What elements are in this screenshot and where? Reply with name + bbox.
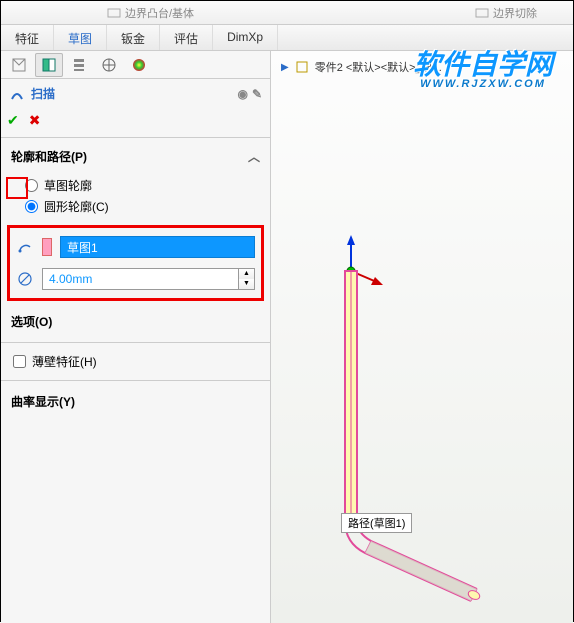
radio-circle-input[interactable] [25,200,38,213]
part-icon [295,60,309,74]
thin-feature-row[interactable]: 薄壁特征(H) [1,347,270,376]
path-field[interactable]: 草图1 [60,236,255,258]
pin-icon[interactable]: ✎ [252,87,262,101]
top-toolbar: 边界凸台/基体 边界切除 [1,1,573,25]
ok-button[interactable]: ✔ [7,112,19,129]
panel-tab-config[interactable] [65,53,93,77]
path-tooltip: 路径(草图1) [341,513,412,533]
section-curvature[interactable]: 曲率显示(Y) [1,385,270,418]
tab-dimxpert[interactable]: DimXp [213,25,278,50]
chevron-up-icon: ︿ [248,148,260,165]
radio-sketch-label: 草图轮廓 [44,177,92,194]
radio-circle-label: 圆形轮廓(C) [44,198,109,215]
path-input-row: 草图1 [16,236,255,258]
tab-sketch[interactable]: 草图 [54,25,107,50]
help-icon[interactable]: ◉ [237,87,247,101]
tab-feature[interactable]: 特征 [1,25,54,50]
play-icon: ▶ [281,62,289,73]
sketch-geometry: + [321,231,541,611]
watermark: 软件自学网 WWW.RJZXW.COM [413,51,553,90]
feature-header: 扫描 ◉ ✎ [1,79,270,108]
sweep-icon [9,86,25,102]
spinner-up[interactable]: ▲ [239,269,254,279]
section-profile-path[interactable]: 轮廓和路径(P) ︿ [1,142,270,171]
panel-tab-feature-tree[interactable] [5,53,33,77]
path-icon [16,238,34,256]
radio-sketch-profile[interactable]: 草图轮廓 [25,175,246,196]
confirm-row: ✔ ✖ [1,108,270,133]
radio-circle-profile[interactable]: 圆形轮廓(C) [25,196,246,217]
viewport[interactable]: ▶ 零件2 <默认><默认>_显... 软件自学网 WWW.RJZXW.COM [271,51,573,623]
boss-base-label: 边界凸台/基体 [125,5,194,21]
path-color-swatch [42,238,52,256]
radio-sketch-input[interactable] [25,179,38,192]
watermark-main: 软件自学网 [413,51,553,79]
section-profile-path-label: 轮廓和路径(P) [11,148,87,165]
diameter-input-row: ▲ ▼ [16,268,255,290]
boundary-cut-label: 边界切除 [493,5,537,21]
panel-tabs [1,51,270,79]
boss-base-icon [107,6,121,20]
boundary-cut-button[interactable]: 边界切除 [459,5,553,21]
thin-feature-checkbox[interactable] [13,355,26,368]
diameter-spinner: ▲ ▼ [239,268,255,290]
highlighted-inputs: 草图1 ▲ ▼ [7,225,264,301]
property-manager-panel: 扫描 ◉ ✎ ✔ ✖ 轮廓和路径(P) ︿ 草图轮廓 圆形轮廓(C) [1,51,271,623]
spinner-down[interactable]: ▼ [239,279,254,289]
panel-tab-dim[interactable] [95,53,123,77]
tab-evaluate[interactable]: 评估 [160,25,213,50]
boss-base-button[interactable]: 边界凸台/基体 [91,5,210,21]
diameter-input[interactable] [42,268,239,290]
boundary-cut-icon [475,6,489,20]
thin-feature-label: 薄壁特征(H) [32,353,97,370]
cancel-button[interactable]: ✖ [29,112,41,129]
panel-tab-property[interactable] [35,53,63,77]
feature-title: 扫描 [31,85,55,102]
diameter-icon [16,270,34,288]
feature-header-actions: ◉ ✎ [237,87,262,101]
profile-radio-group: 草图轮廓 圆形轮廓(C) [1,171,270,221]
section-options[interactable]: 选项(O) [1,305,270,338]
watermark-sub: WWW.RJZXW.COM [413,79,553,90]
panel-tab-appearance[interactable] [125,53,153,77]
tab-sheet-metal[interactable]: 钣金 [107,25,160,50]
main-tabs: 特征 草图 钣金 评估 DimXp [1,25,573,51]
